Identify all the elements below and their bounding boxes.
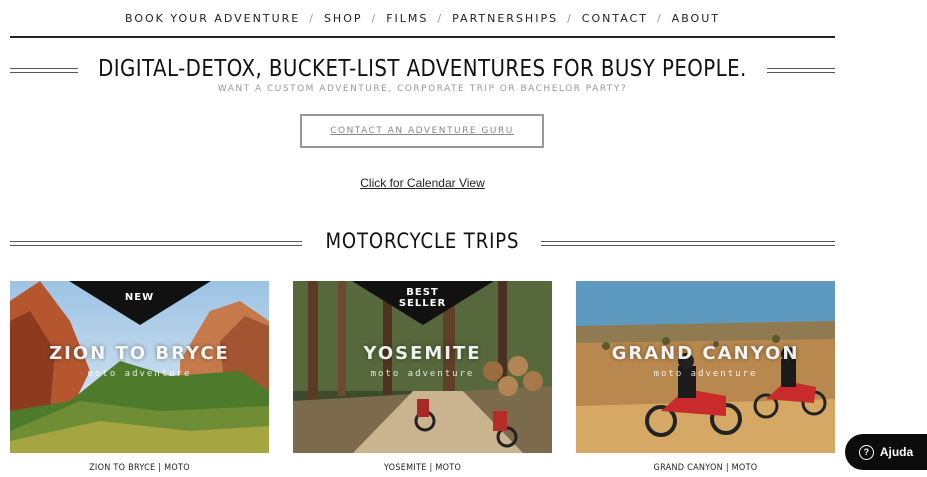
trip-kind: moto adventure <box>653 369 758 379</box>
nav-separator: / <box>371 11 378 25</box>
page-subline: WANT A CUSTOM ADVENTURE, CORPORATE TRIP … <box>217 84 628 94</box>
badge-label: NEW <box>124 292 155 303</box>
trip-caption-grand-canyon[interactable]: GRAND CANYON | MOTO <box>589 463 822 473</box>
nav-book-your-adventure[interactable]: BOOK YOUR ADVENTURE <box>125 12 300 25</box>
nav-separator: / <box>437 11 444 25</box>
help-button[interactable]: ? Ajuda <box>845 434 927 470</box>
nav-shop[interactable]: SHOP <box>324 12 363 25</box>
new-badge <box>69 281 211 325</box>
nav-contact[interactable]: CONTACT <box>582 12 648 25</box>
page-headline: DIGITAL-DETOX, BUCKET-LIST ADVENTURES FO… <box>98 56 747 82</box>
nav-partnerships[interactable]: PARTNERSHIPS <box>452 12 558 25</box>
nav-separator: / <box>567 11 573 25</box>
nav-about[interactable]: ABOUT <box>672 12 720 25</box>
trip-caption-zion[interactable]: ZION TO BRYCE | MOTO <box>23 463 256 473</box>
trip-card-zion-to-bryce[interactable]: NEW ZION TO BRYCE moto adventure <box>10 281 269 453</box>
nav-separator: / <box>656 11 663 25</box>
grand-canyon-desert-image <box>576 281 835 453</box>
nav-separator: / <box>309 11 315 25</box>
trip-name: GRAND CANYON <box>611 343 800 364</box>
nav-divider <box>10 36 835 38</box>
trip-card-yosemite[interactable]: BEST SELLER YOSEMITE moto adventure <box>293 281 552 453</box>
nav-films[interactable]: FILMS <box>386 12 428 25</box>
help-label: Ajuda <box>879 445 914 459</box>
contact-adventure-guru-button[interactable]: CONTACT AN ADVENTURE GURU <box>300 114 544 148</box>
calendar-view-link[interactable]: Click for Calendar View <box>0 176 845 190</box>
trip-kind: moto adventure <box>370 369 475 379</box>
section-title: MOTORCYCLE TRIPS <box>325 229 520 253</box>
trip-caption-yosemite[interactable]: YOSEMITE | MOTO <box>306 463 539 473</box>
trip-card-grand-canyon[interactable]: GRAND CANYON moto adventure <box>576 281 835 453</box>
question-circle-icon: ? <box>858 444 874 460</box>
trip-name: ZION TO BRYCE <box>49 343 230 364</box>
badge-label: BEST SELLER <box>398 287 447 309</box>
trip-name: YOSEMITE <box>363 343 482 364</box>
trip-kind: moto adventure <box>87 369 192 379</box>
top-nav: BOOK YOUR ADVENTURE / SHOP / FILMS / PAR… <box>10 0 835 36</box>
